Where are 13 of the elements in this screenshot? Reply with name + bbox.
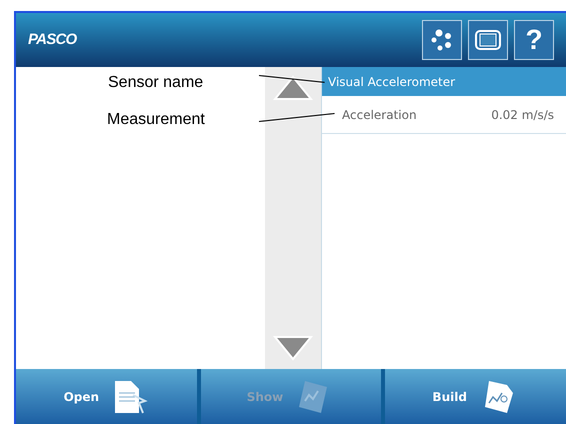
open-button[interactable]: Open [16, 369, 197, 424]
sensors-button[interactable] [422, 20, 462, 60]
device-button[interactable] [468, 20, 508, 60]
logo: PASCO [28, 30, 76, 50]
scroll-down-button[interactable] [273, 335, 313, 361]
measurement-name: Acceleration [342, 106, 417, 124]
sensor-name[interactable]: Visual Accelerometer [322, 67, 566, 96]
measurement-value: 0.02 m/s/s [491, 106, 554, 124]
build-button[interactable]: Build [385, 369, 566, 424]
measurement-row[interactable]: Acceleration 0.02 m/s/s [322, 96, 566, 134]
dots-icon [431, 29, 453, 51]
tablet-icon [475, 30, 501, 50]
help-button[interactable]: ? [514, 20, 554, 60]
